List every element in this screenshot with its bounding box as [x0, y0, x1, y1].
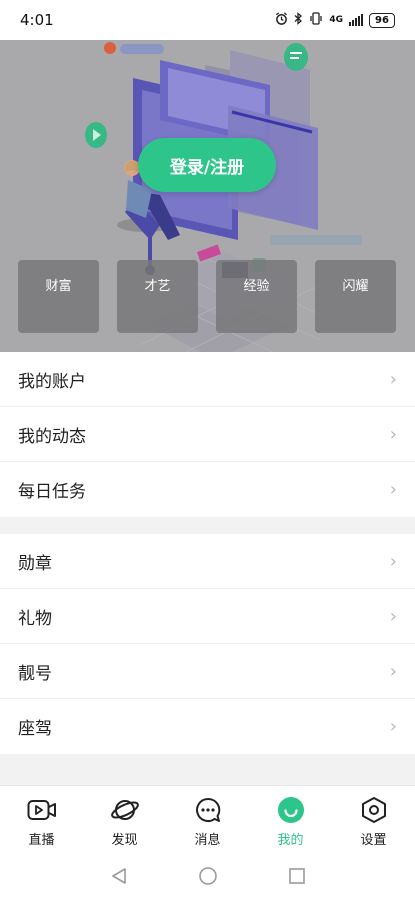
menu-item-label: 礼物	[18, 608, 52, 629]
menu-group-account: 我的账户 › 我的动态 › 每日任务 ›	[0, 352, 415, 517]
alarm-icon	[275, 12, 288, 28]
recents-icon[interactable]	[288, 867, 306, 889]
menu-item-label: 每日任务	[18, 482, 86, 502]
stat-label: 财富	[45, 279, 72, 294]
stat-label: 闪耀	[342, 279, 369, 294]
bottom-tab-bar: 直播 发现 消息 我的 设置	[0, 785, 415, 856]
stat-label: 才艺	[144, 279, 171, 294]
chevron-right-icon: ›	[389, 479, 397, 500]
tab-me[interactable]: 我的	[249, 786, 332, 848]
login-register-button[interactable]: 登录/注册	[138, 138, 276, 192]
tab-discover[interactable]: 发现	[83, 786, 166, 848]
stat-card-talent[interactable]: 才艺	[117, 260, 198, 333]
smile-face-icon	[276, 795, 306, 825]
stat-card-experience[interactable]: 经验	[216, 260, 297, 333]
stat-label: 经验	[243, 279, 270, 294]
chevron-right-icon: ›	[389, 368, 397, 390]
menu-group-items: 勋章 › 礼物 › 靓号 › 座驾 ›	[0, 534, 415, 754]
tab-label: 我的	[277, 833, 304, 848]
menu-item-my-account[interactable]: 我的账户 ›	[0, 352, 415, 407]
signal-icon	[349, 14, 363, 26]
chevron-right-icon: ›	[389, 660, 397, 682]
tab-messages[interactable]: 消息	[166, 786, 249, 848]
menu-item-vanity-id[interactable]: 靓号 ›	[0, 644, 415, 699]
tab-settings[interactable]: 设置	[332, 786, 415, 848]
chevron-right-icon: ›	[389, 423, 397, 445]
status-bar: 4:01 4G 96	[0, 0, 415, 40]
menu-item-label: 座驾	[18, 719, 52, 739]
vibrate-icon	[309, 12, 323, 28]
menu-item-vehicle[interactable]: 座驾 ›	[0, 699, 415, 754]
profile-header: 登录/注册 财富 才艺 经验 闪耀	[0, 40, 415, 352]
menu-item-label: 勋章	[18, 553, 52, 574]
menu-item-my-posts[interactable]: 我的动态 ›	[0, 407, 415, 462]
tab-label: 设置	[360, 833, 387, 848]
profile-page: 4:01 4G 96 登录/注册 财富 才艺 经验 闪耀 我的账户 › 我的动态…	[0, 0, 415, 900]
clock: 4:01	[20, 11, 54, 29]
menu-item-label: 我的动态	[18, 426, 86, 447]
chevron-right-icon: ›	[389, 605, 397, 627]
chevron-right-icon: ›	[389, 716, 397, 737]
back-icon[interactable]	[110, 867, 128, 889]
bluetooth-icon	[294, 12, 303, 28]
tab-label: 消息	[194, 833, 221, 848]
status-icons: 4G 96	[275, 12, 395, 28]
chat-bubble-icon	[193, 795, 223, 825]
menu-item-daily-tasks[interactable]: 每日任务 ›	[0, 462, 415, 517]
tab-label: 直播	[28, 833, 55, 848]
battery-indicator: 96	[369, 12, 395, 28]
menu-item-medals[interactable]: 勋章 ›	[0, 534, 415, 589]
tab-label: 发现	[111, 833, 138, 848]
chevron-right-icon: ›	[389, 550, 397, 572]
settings-hexagon-icon	[359, 795, 389, 825]
home-icon[interactable]	[198, 866, 218, 890]
planet-icon	[110, 795, 140, 825]
menu-item-gifts[interactable]: 礼物 ›	[0, 589, 415, 644]
video-icon	[27, 795, 57, 825]
system-nav-bar	[0, 855, 415, 900]
network-type: 4G	[329, 15, 343, 25]
menu-item-label: 我的账户	[18, 371, 86, 392]
stat-card-wealth[interactable]: 财富	[18, 260, 99, 333]
tab-live[interactable]: 直播	[0, 786, 83, 848]
menu-item-label: 靓号	[18, 663, 52, 684]
stat-card-shine[interactable]: 闪耀	[315, 260, 396, 333]
